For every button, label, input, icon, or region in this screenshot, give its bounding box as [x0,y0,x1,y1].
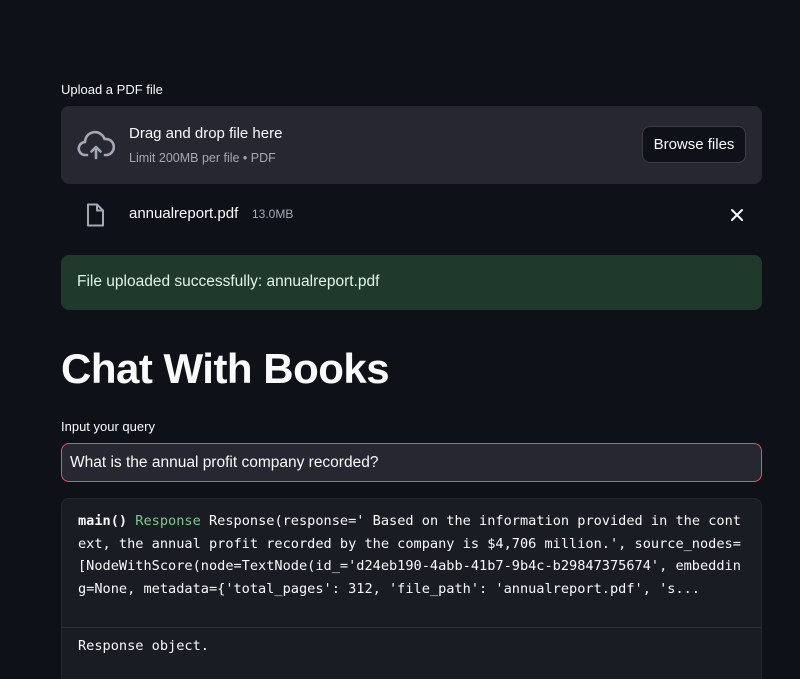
browse-files-button[interactable]: Browse files [642,126,746,163]
cloud-upload-icon [77,130,115,160]
page-title: Chat With Books [61,345,390,392]
file-dropzone[interactable]: Drag and drop file here Limit 200MB per … [61,106,762,184]
query-input[interactable] [61,443,762,482]
file-icon [87,203,104,227]
query-label: Input your query [61,419,155,434]
dropzone-title: Drag and drop file here [129,125,283,142]
file-name: annualreport.pdf [129,205,239,222]
type-name: Response [135,513,201,529]
response-repr: main() Response Response(response=' Base… [62,499,761,628]
file-size: 13.0MB [252,207,294,221]
upload-label: Upload a PDF file [61,82,163,97]
response-docstring: Response object. [78,638,209,654]
response-output: main() Response Response(response=' Base… [61,498,762,679]
app-main: Upload a PDF file Drag and drop file her… [0,0,800,679]
dropzone-limit: Limit 200MB per file • PDF [129,151,276,165]
close-icon[interactable] [726,204,748,226]
uploaded-file-row: annualreport.pdf 13.0MB [61,196,762,234]
success-alert: File uploaded successfully: annualreport… [61,255,762,310]
function-name: main() [78,513,128,529]
